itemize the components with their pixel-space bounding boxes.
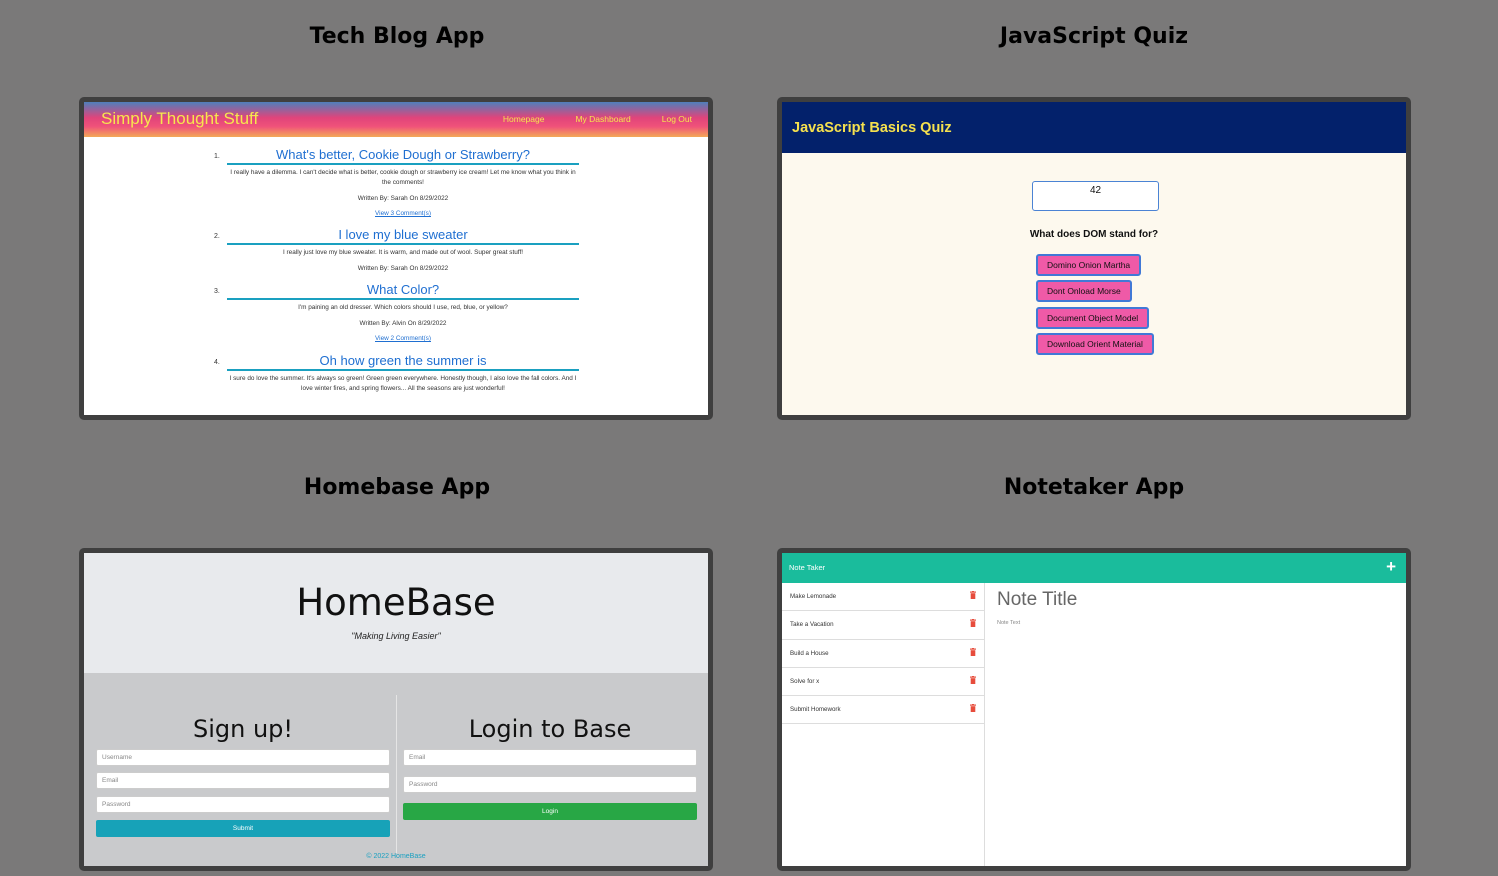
signup-password-field[interactable]: Password [96,796,390,813]
trash-icon[interactable] [970,591,976,599]
plus-icon[interactable]: + [1386,557,1396,577]
login-email-field[interactable]: Email [403,749,697,766]
post-item: 3. What Color? I'm paining an old dresse… [214,282,579,342]
login-button[interactable]: Login [403,803,697,820]
post-body: I sure do love the summer. It's always s… [229,375,577,392]
note-editor: Note Title Note Text [997,589,1077,626]
signup-heading: Sign up! [192,715,294,743]
post-meta: Written By: Sarah On 8/29/2022 [357,265,449,272]
homebase-hero: HomeBase "Making Living Easier" [84,553,708,673]
post-number: 4. [214,359,220,366]
signup-username-field[interactable]: Username [96,749,390,766]
note-title: Take a Vacation [790,621,834,629]
note-title: Build a House [790,649,829,657]
project-title-javascript-quiz: JavaScript Quiz [999,24,1189,49]
homebase-screenshot[interactable]: HomeBase "Making Living Easier" Sign up!… [79,548,713,871]
post-comments-link[interactable]: View 3 Comment(s) [227,210,579,217]
trash-icon[interactable] [970,704,976,713]
list-item[interactable]: Take a Vacation [782,611,984,640]
notetaker-brand[interactable]: Note Taker [789,563,825,572]
nav-my-dashboard[interactable]: My Dashboard [575,114,630,124]
nav-log-out[interactable]: Log Out [662,114,692,124]
tech-blog-nav: Homepage My Dashboard Log Out [503,114,692,124]
signup-email-field[interactable]: Email [96,772,390,789]
list-item[interactable]: Build a House [782,640,984,668]
post-item: 1. What's better, Cookie Dough or Strawb… [214,147,579,217]
quiz-title: JavaScript Basics Quiz [792,120,952,136]
project-title-tech-blog: Tech Blog App [309,24,485,49]
nav-homepage[interactable]: Homepage [503,114,545,124]
homebase-footer: © 2022 HomeBase [366,853,426,860]
quiz-timer: 42 [1032,181,1159,211]
login-heading: Login to Base [468,715,632,743]
post-item: 4. Oh how green the summer is I sure do … [214,353,579,394]
note-text-input[interactable]: Note Text [997,620,1077,626]
project-title-homebase: Homebase App [303,475,491,500]
notetaker-header: Note Taker + [782,553,1406,583]
homebase-tagline: "Making Living Easier" [351,631,441,641]
post-meta: Written By: Sarah On 8/29/2022 [357,195,449,202]
post-meta: Written By: Alvin On 8/29/2022 [359,320,447,327]
notetaker-screenshot[interactable]: Note Taker + Make Lemonade Take a Vacati… [777,548,1411,871]
quiz-body: 42 What does DOM stand for? Domino Onion… [782,153,1406,415]
answer-button[interactable]: Document Object Model [1036,307,1150,329]
post-comments-link[interactable]: View 2 Comment(s) [227,335,579,342]
post-body: I'm paining an old dresser. Which colors… [298,304,508,311]
post-body: I really have a dilemma. I can't decide … [230,169,576,186]
form-divider [396,695,397,853]
quiz-screenshot[interactable]: JavaScript Basics Quiz 42 What does DOM … [777,97,1411,420]
quiz-header: JavaScript Basics Quiz [782,102,1406,153]
trash-icon[interactable] [970,619,976,628]
login-password-field[interactable]: Password [403,776,697,793]
list-item[interactable]: Submit Homework [782,696,984,725]
note-title: Submit Homework [790,706,841,714]
post-number: 2. [214,233,220,240]
homebase-logo: HomeBase [296,581,496,624]
post-number: 3. [214,288,220,295]
post-title[interactable]: What Color? [227,282,579,300]
trash-icon[interactable] [970,647,976,656]
signup-submit-button[interactable]: Submit [96,820,390,837]
post-item: 2. I love my blue sweater I really just … [214,227,579,272]
answer-button[interactable]: Download Orient Material [1036,333,1154,355]
trash-icon[interactable] [970,675,976,684]
note-title-input[interactable]: Note Title [997,589,1077,611]
tech-blog-screenshot[interactable]: Simply Thought Stuff Homepage My Dashboa… [79,97,713,420]
answer-button[interactable]: Dont Onload Morse [1036,280,1132,302]
post-title[interactable]: I love my blue sweater [227,227,579,245]
quiz-question: What does DOM stand for? [1029,229,1159,240]
answer-button[interactable]: Domino Onion Martha [1036,254,1142,276]
list-item[interactable]: Solve for x [782,668,984,697]
note-list: Make Lemonade Take a Vacation Build a Ho… [782,583,985,866]
note-title: Solve for x [790,677,820,685]
tech-blog-header: Simply Thought Stuff Homepage My Dashboa… [84,102,708,137]
note-title: Make Lemonade [790,593,837,600]
homebase-forms: Sign up! Username Email Password Submit … [84,673,708,866]
post-title[interactable]: What's better, Cookie Dough or Strawberr… [227,147,579,165]
post-number: 1. [214,153,220,160]
project-title-notetaker: Notetaker App [1003,475,1185,500]
post-list: 1. What's better, Cookie Dough or Strawb… [84,147,708,394]
post-title[interactable]: Oh how green the summer is [227,353,579,371]
tech-blog-brand[interactable]: Simply Thought Stuff [101,109,258,129]
list-item[interactable]: Make Lemonade [782,583,984,612]
post-body: I really just love my blue sweater. It i… [283,249,523,256]
